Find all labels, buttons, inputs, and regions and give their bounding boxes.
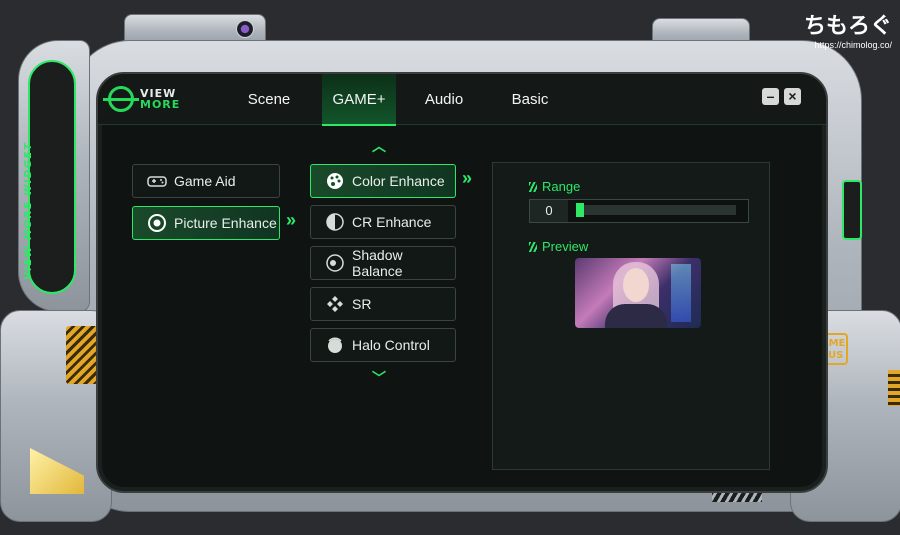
chevron-right-icon: » xyxy=(462,168,473,188)
logo-icon xyxy=(103,86,139,112)
submenu-item-label: Shadow Balance xyxy=(352,247,403,279)
gamepad-icon xyxy=(147,171,167,191)
submenu-item-label: Halo Control xyxy=(352,337,430,353)
detail-panel: Range 0 Preview xyxy=(492,162,770,470)
preview-image xyxy=(575,258,701,328)
menu-item-label: Picture Enhance xyxy=(174,215,277,231)
submenu-item-label: SR xyxy=(352,296,372,312)
gold-stripe-accent xyxy=(66,326,98,384)
tab-basic[interactable]: Basic xyxy=(498,74,562,124)
slider-thumb[interactable] xyxy=(576,203,584,217)
camera-icon xyxy=(236,20,254,38)
range-value: 0 xyxy=(530,200,568,222)
top-bar: VIEW MORE Scene GAME+ Audio Basic – × xyxy=(98,74,826,126)
submenu-item-label: Color Enhance xyxy=(352,173,445,189)
minimize-button[interactable]: – xyxy=(762,88,779,105)
side-label: VIEW MORE WIDGET xyxy=(23,141,34,280)
slider-track[interactable] xyxy=(576,203,736,217)
halo-icon xyxy=(325,335,345,355)
contrast-icon xyxy=(325,212,345,232)
stripes-icon xyxy=(529,182,537,192)
shadow-icon xyxy=(325,253,345,273)
submenu-item-sr[interactable]: SR xyxy=(310,287,456,321)
menu-item-label: Game Aid xyxy=(174,173,236,189)
range-label: Range xyxy=(542,179,581,194)
picture-icon xyxy=(147,213,167,233)
side-rail xyxy=(28,60,76,294)
logo-line2: MORE xyxy=(140,98,181,111)
palette-icon xyxy=(325,171,345,191)
tab-scene[interactable]: Scene xyxy=(234,74,304,124)
menu-item-game-aid[interactable]: Game Aid xyxy=(132,164,280,198)
sr-icon xyxy=(325,294,345,314)
close-button[interactable]: × xyxy=(784,88,801,105)
submenu-item-color-enhance[interactable]: Color Enhance xyxy=(310,164,456,198)
gold-side-accent xyxy=(888,370,900,406)
preview-label: Preview xyxy=(542,239,589,254)
side-button-right xyxy=(842,180,862,240)
tab-game-plus[interactable]: GAME+ xyxy=(322,74,396,126)
watermark: ちもろぐ https://chimolog.co/ xyxy=(804,8,892,50)
submenu-item-label: CR Enhance xyxy=(352,214,432,230)
submenu-item-halo-control[interactable]: Halo Control xyxy=(310,328,456,362)
submenu-item-shadow-balance[interactable]: Shadow Balance xyxy=(310,246,456,280)
chevron-right-icon: » xyxy=(286,210,297,230)
submenu-item-cr-enhance[interactable]: CR Enhance xyxy=(310,205,456,239)
tab-audio[interactable]: Audio xyxy=(412,74,476,124)
app-window: VIEW MORE Scene GAME+ Audio Basic – × Ga… xyxy=(96,72,828,493)
menu-item-picture-enhance[interactable]: Picture Enhance xyxy=(132,206,280,240)
stripes-icon xyxy=(529,242,537,252)
watermark-title: ちもろぐ xyxy=(803,13,892,38)
logo: VIEW MORE xyxy=(103,86,181,112)
chevron-down-icon[interactable]: ﹀ xyxy=(372,368,386,388)
chevron-up-icon[interactable]: ︿ xyxy=(372,136,386,156)
range-slider[interactable]: 0 xyxy=(529,199,749,223)
watermark-url: https://chimolog.co/ xyxy=(814,40,892,50)
